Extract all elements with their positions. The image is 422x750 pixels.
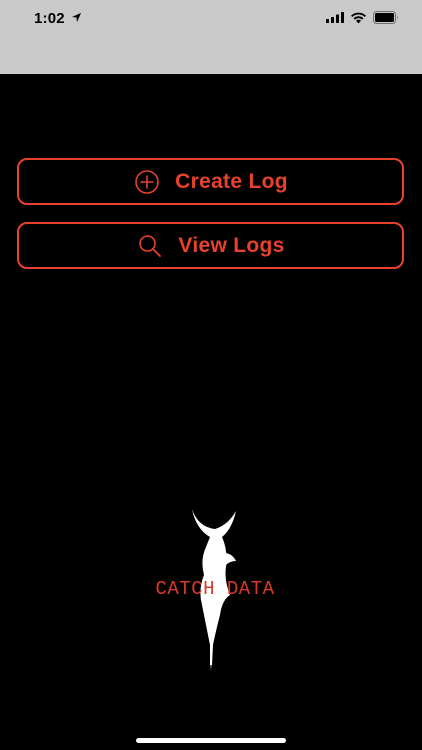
- status-bar: 1:02: [0, 0, 422, 74]
- status-time: 1:02: [34, 10, 65, 27]
- view-logs-button[interactable]: View Logs: [17, 222, 404, 269]
- location-arrow-icon: [71, 12, 82, 23]
- magnifier-icon: [139, 234, 162, 257]
- home-indicator[interactable]: [136, 738, 286, 743]
- logo-text: CATCH DATA: [155, 578, 275, 600]
- create-log-label: Create Log: [175, 169, 288, 193]
- plus-circle-icon: [135, 169, 159, 194]
- create-log-content: Create Log: [133, 168, 288, 196]
- cellular-signal-icon: [326, 12, 344, 23]
- view-logs-label: View Logs: [178, 233, 285, 257]
- catch-data-logo: CATCH DATA: [140, 505, 290, 675]
- view-logs-content: View Logs: [136, 232, 284, 260]
- create-log-button[interactable]: Create Log: [17, 158, 404, 205]
- wifi-icon: [351, 12, 366, 24]
- battery-icon: [373, 11, 398, 24]
